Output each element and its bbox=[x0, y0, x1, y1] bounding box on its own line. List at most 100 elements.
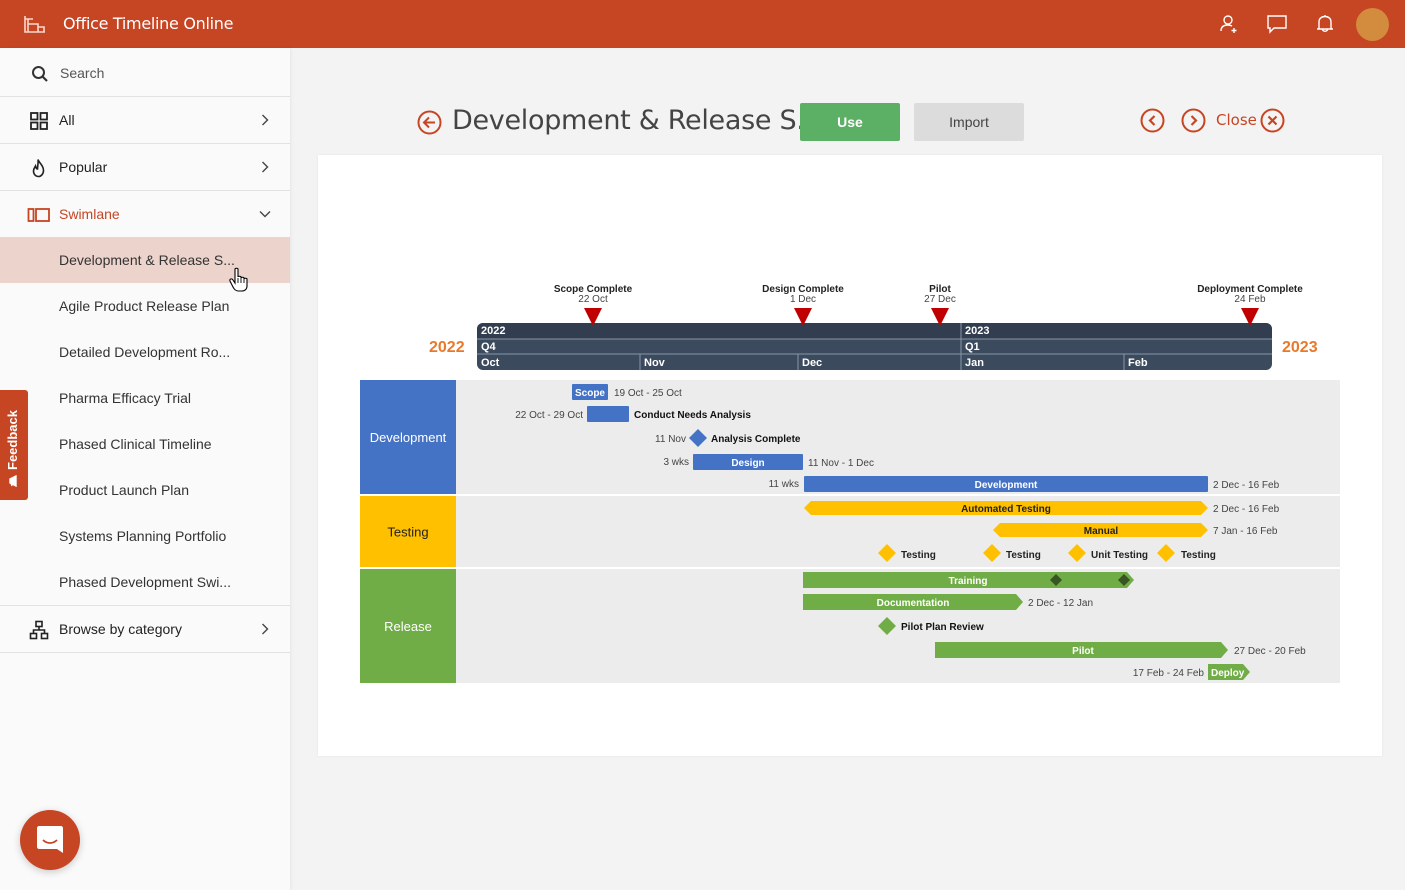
swimlane-title: Release bbox=[384, 619, 432, 634]
timescale-year-label: 2022 bbox=[481, 325, 505, 337]
app-title: Office Timeline Online bbox=[63, 14, 234, 33]
task-bar bbox=[587, 406, 629, 422]
search-icon bbox=[32, 66, 48, 82]
swimlane-template-item[interactable]: Phased Clinical Timeline bbox=[0, 421, 290, 467]
milestone-date: 11 Nov bbox=[655, 434, 686, 445]
timescale-year-label: 2023 bbox=[965, 325, 989, 337]
add-user-icon[interactable] bbox=[1218, 13, 1240, 35]
task-dates: 2 Dec - 12 Jan bbox=[1028, 598, 1093, 609]
sidebar-item-label: All bbox=[59, 112, 75, 128]
task-label: Scope bbox=[575, 388, 605, 399]
milestone-date: 24 Feb bbox=[1234, 294, 1266, 305]
timescale-month-label: Oct bbox=[481, 357, 500, 369]
sidebar-item-swimlane[interactable]: Swimlane bbox=[0, 191, 290, 238]
sidebar-item-label: Browse by category bbox=[59, 621, 182, 637]
swimlane-template-item[interactable]: Detailed Development Ro... bbox=[0, 329, 290, 375]
chat-icon[interactable] bbox=[1266, 13, 1288, 35]
close-icon[interactable] bbox=[1260, 108, 1285, 133]
close-link[interactable]: Close bbox=[1216, 111, 1257, 129]
swimlane-title: Testing bbox=[387, 525, 428, 540]
sidebar: All Popular Swimlane Development & Relea… bbox=[0, 48, 290, 890]
task-duration: 11 wks bbox=[769, 479, 799, 490]
task-label: Pilot bbox=[1072, 646, 1094, 657]
import-button[interactable]: Import bbox=[914, 103, 1024, 141]
timescale-quarter-label: Q4 bbox=[481, 341, 497, 353]
task-label: Manual bbox=[1084, 526, 1119, 537]
swimlane-template-item[interactable]: Development & Release S... bbox=[0, 237, 290, 283]
bell-icon[interactable] bbox=[1314, 13, 1336, 35]
search-bar bbox=[0, 48, 290, 97]
task-label: Design bbox=[731, 458, 764, 469]
template-label: Agile Product Release Plan bbox=[59, 298, 230, 314]
template-label: Detailed Development Ro... bbox=[59, 344, 231, 360]
megaphone-icon bbox=[9, 475, 17, 487]
swimlane-template-item[interactable]: Product Launch Plan bbox=[0, 467, 290, 513]
flame-icon bbox=[32, 159, 45, 178]
task-dates: 7 Jan - 16 Feb bbox=[1213, 526, 1278, 537]
top-bar: Office Timeline Online bbox=[0, 0, 1405, 48]
timescale-month-label: Feb bbox=[1128, 357, 1148, 369]
end-year-label: 2023 bbox=[1282, 339, 1318, 356]
chat-support-button[interactable] bbox=[20, 810, 80, 870]
swimlane-template-item[interactable]: Pharma Efficacy Trial bbox=[0, 375, 290, 421]
chevron-right-icon bbox=[262, 161, 269, 173]
sidebar-item-label: Popular bbox=[59, 159, 108, 175]
timescale-quarter-label: Q1 bbox=[965, 341, 980, 353]
task-dates: 11 Nov - 1 Dec bbox=[808, 458, 874, 469]
swimlane-template-item[interactable]: Phased Development Swi... bbox=[0, 559, 290, 606]
milestone-label: Testing bbox=[1181, 550, 1216, 561]
task-label: Deploy bbox=[1211, 668, 1245, 679]
swimlane-icon bbox=[27, 208, 50, 222]
timescale-month-label: Jan bbox=[965, 357, 984, 369]
use-button[interactable]: Use bbox=[800, 103, 900, 141]
next-icon[interactable] bbox=[1181, 108, 1206, 133]
hierarchy-icon bbox=[29, 620, 49, 640]
chevron-down-icon bbox=[259, 211, 271, 218]
back-icon[interactable] bbox=[417, 110, 442, 135]
task-dates: 2 Dec - 16 Feb bbox=[1213, 504, 1280, 515]
template-label: Development & Release S... bbox=[59, 252, 235, 268]
feedback-label: Feedback bbox=[5, 410, 20, 470]
task-dates: 27 Dec - 20 Feb bbox=[1234, 646, 1306, 657]
template-title: Development & Release S... bbox=[452, 105, 822, 136]
swimlane-timeline: 2022 2023 Q4 Q1 Oct Nov Dec Jan Feb 2022 2023 Scope… bbox=[360, 284, 1340, 683]
timescale-month-label: Dec bbox=[802, 357, 822, 369]
milestone-label: Pilot Plan Review bbox=[901, 622, 984, 633]
task-label: Development bbox=[975, 480, 1038, 491]
sidebar-item-browse-by-category[interactable]: Browse by category bbox=[0, 606, 290, 653]
task-label: Training bbox=[949, 576, 988, 587]
sidebar-item-all[interactable]: All bbox=[0, 97, 290, 144]
swimlane-template-item[interactable]: Systems Planning Portfolio bbox=[0, 513, 290, 559]
avatar[interactable] bbox=[1356, 8, 1389, 41]
task-dates: 19 Oct - 25 Oct bbox=[614, 388, 682, 399]
task-dates: 2 Dec - 16 Feb bbox=[1213, 480, 1280, 491]
milestone-label: Analysis Complete bbox=[711, 434, 801, 445]
template-label: Phased Development Swi... bbox=[59, 574, 231, 590]
milestone-label: Testing bbox=[901, 550, 936, 561]
feedback-tab[interactable]: Feedback bbox=[0, 390, 28, 500]
task-dates: 17 Feb - 24 Feb bbox=[1133, 668, 1205, 679]
chat-smile-icon bbox=[37, 826, 63, 853]
template-label: Product Launch Plan bbox=[59, 482, 189, 498]
sidebar-item-label: Swimlane bbox=[59, 206, 120, 222]
logo-icon[interactable] bbox=[24, 15, 46, 33]
swimlane-template-item[interactable]: Agile Product Release Plan bbox=[0, 283, 290, 329]
template-label: Pharma Efficacy Trial bbox=[59, 390, 192, 406]
task-duration: 3 wks bbox=[663, 457, 689, 468]
timescale-year-row-fill bbox=[477, 331, 1272, 339]
search-input[interactable] bbox=[60, 61, 270, 85]
milestone-date: 22 Oct bbox=[578, 294, 608, 305]
task-dates: 22 Oct - 29 Oct bbox=[515, 410, 583, 421]
template-label: Systems Planning Portfolio bbox=[59, 528, 227, 544]
sidebar-item-popular[interactable]: Popular bbox=[0, 144, 290, 191]
swimlane-title: Development bbox=[370, 430, 447, 445]
task-label: Documentation bbox=[877, 598, 950, 609]
milestone-label: Unit Testing bbox=[1091, 550, 1148, 561]
chevron-right-icon bbox=[262, 623, 269, 635]
timescale-month-label: Nov bbox=[644, 357, 666, 369]
milestone-date: 1 Dec bbox=[790, 294, 816, 305]
milestone-date: 27 Dec bbox=[924, 294, 956, 305]
previous-icon[interactable] bbox=[1140, 108, 1165, 133]
milestone-label: Testing bbox=[1006, 550, 1041, 561]
start-year-label: 2022 bbox=[429, 339, 465, 356]
